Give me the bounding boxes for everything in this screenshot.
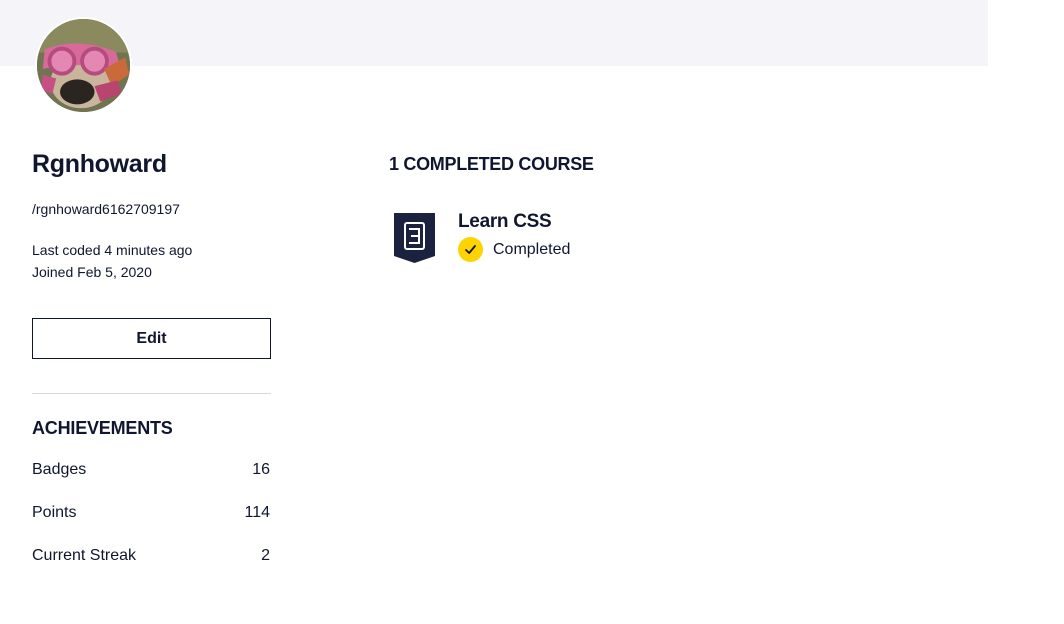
sidebar-divider [32,393,271,394]
joined-date-text: Joined Feb 5, 2020 [32,264,152,280]
last-coded-text: Last coded 4 minutes ago [32,242,193,258]
achievement-row-current-streak: Current Streak 2 [32,547,271,565]
course-title: Learn CSS [458,211,552,232]
avatar-image [37,19,130,112]
completed-courses-heading: 1 COMPLETED COURSE [389,154,594,174]
achievement-value: 2 [261,547,270,564]
achievement-value: 114 [244,504,270,521]
profile-handle: /rgnhoward6162709197 [32,201,180,217]
achievement-value: 16 [252,461,270,478]
profile-banner [0,0,988,66]
profile-page: Rgnhoward /rgnhoward6162709197 Last code… [0,0,1064,624]
completed-status-badge: Completed [458,237,570,262]
achievement-label: Points [32,504,77,521]
achievements-heading: ACHIEVEMENTS [32,418,173,438]
course-status-text: Completed [493,240,571,258]
achievement-label: Badges [32,461,87,478]
achievement-label: Current Streak [32,547,137,564]
avatar[interactable] [35,17,132,114]
achievement-row-badges: Badges 16 [32,461,271,479]
checkmark-icon [458,237,483,262]
edit-profile-button[interactable]: Edit [32,318,271,359]
course-card-learn-css[interactable]: Learn CSS Completed [393,210,653,266]
achievement-row-points: Points 114 [32,504,271,522]
profile-name: Rgnhoward [32,150,167,178]
css-shield-icon [393,212,436,264]
